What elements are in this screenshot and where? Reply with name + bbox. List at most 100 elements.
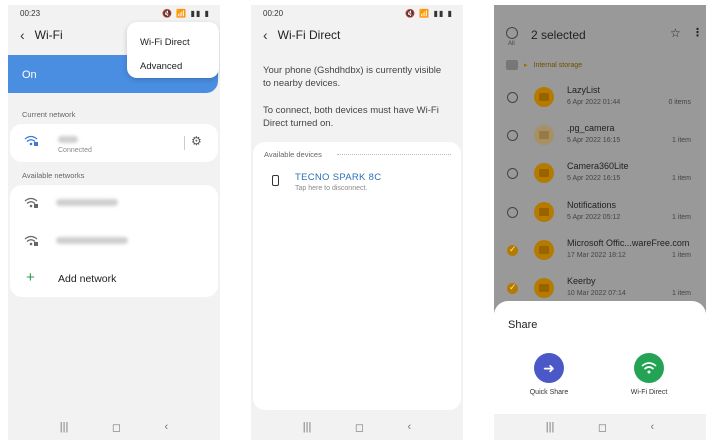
- phone-wifi-direct: 00:20 🔇 📶 ▮▮ ▮ ‹ Wi-Fi Direct Your phone…: [251, 5, 463, 440]
- add-network-label: Add network: [58, 273, 117, 285]
- recent-apps-icon[interactable]: |||: [60, 421, 69, 433]
- device-name: TECNO SPARK 8C: [295, 172, 382, 183]
- share-app-quick-share[interactable]: ➜ Quick Share: [514, 353, 584, 396]
- folder-icon: [534, 87, 554, 107]
- recent-apps-icon[interactable]: |||: [546, 421, 555, 433]
- network-name-redacted: [56, 237, 128, 244]
- wifi-lock-icon: [24, 135, 38, 146]
- overflow-menu: Wi-Fi Direct Advanced: [127, 22, 219, 78]
- folder-icon: [534, 125, 554, 146]
- file-checkbox[interactable]: [507, 206, 518, 218]
- phone-file-share: All 2 selected ☆ ⋮ ▸ Internal storage La…: [494, 5, 706, 440]
- file-row[interactable]: Microsoft Offic...wareFree.com 17 Mar 202…: [494, 232, 706, 270]
- file-item-count: 1 item: [671, 175, 691, 183]
- breadcrumb-label[interactable]: Internal storage: [534, 62, 583, 69]
- file-item-count: 1 item: [671, 213, 691, 221]
- home-icon[interactable]: ◻: [112, 421, 121, 434]
- file-item-count: 0 items: [668, 99, 691, 106]
- selection-toolbar: All 2 selected ☆ ⋮: [506, 21, 703, 51]
- select-all-checkbox[interactable]: [506, 27, 518, 39]
- file-checkbox[interactable]: [507, 92, 518, 103]
- share-app-label: Quick Share: [529, 389, 569, 396]
- chevron-right-icon: ▸: [524, 62, 528, 69]
- wifi-header: ‹ Wi-Fi: [20, 27, 63, 43]
- file-checkbox[interactable]: [507, 168, 518, 180]
- device-row[interactable]: TECNO SPARK 8C Tap here to disconnect.: [253, 164, 461, 198]
- file-checkbox[interactable]: [507, 244, 518, 256]
- connect-instructions: To connect, both devices must have Wi-Fi…: [263, 105, 439, 129]
- file-name: Microsoft Offic...wareFree.com: [567, 237, 690, 248]
- file-name: Camera360Lite: [567, 161, 629, 172]
- file-name: Notifications: [567, 199, 617, 210]
- wifi-direct-icon: [634, 353, 664, 383]
- file-row[interactable]: Camera360Lite 5 Apr 2022 16:15 1 item: [494, 155, 706, 193]
- back-icon[interactable]: ‹: [165, 421, 169, 433]
- file-date: 10 Mar 2022 07:14: [567, 290, 626, 297]
- file-name: LazyList: [567, 85, 601, 95]
- folder-icon: [534, 163, 554, 184]
- home-icon[interactable]: ◻: [598, 421, 607, 434]
- network-name-redacted: [56, 199, 118, 206]
- available-networks-label: Available networks: [22, 171, 85, 180]
- file-row[interactable]: Notifications 5 Apr 2022 05:12 1 item: [494, 194, 706, 232]
- status-icons: 🔇 📶 ▮▮ ▮: [405, 8, 453, 18]
- network-name-redacted: [58, 136, 78, 143]
- add-network-row[interactable]: + Add network: [10, 263, 218, 295]
- back-icon[interactable]: ‹: [651, 421, 655, 433]
- gear-icon[interactable]: ⚙: [191, 134, 202, 148]
- folder-icon: [534, 201, 554, 222]
- status-bar: 00:20 🔇 📶 ▮▮ ▮: [251, 5, 463, 19]
- breadcrumb: ▸ Internal storage: [506, 60, 582, 70]
- file-checkbox[interactable]: [507, 282, 518, 294]
- back-icon[interactable]: ‹: [408, 421, 412, 433]
- menu-item-advanced[interactable]: Advanced: [127, 54, 219, 78]
- page-title: Wi-Fi: [34, 28, 63, 42]
- file-date: 5 Apr 2022 16:15: [567, 175, 621, 183]
- status-bar: 00:23 🔇 📶 ▮▮ ▮: [8, 5, 220, 19]
- back-arrow-icon[interactable]: ‹: [263, 27, 268, 43]
- file-name: .pg_camera: [567, 123, 615, 134]
- wifi-lock-icon: [24, 197, 38, 208]
- recent-apps-icon[interactable]: |||: [303, 421, 312, 433]
- status-time: 00:20: [263, 8, 284, 18]
- network-row[interactable]: [10, 185, 218, 221]
- current-network-card[interactable]: Connected ⚙: [10, 124, 218, 162]
- nav-bar: ||| ◻ ‹: [8, 414, 220, 440]
- plus-icon: +: [26, 269, 35, 286]
- divider: [184, 136, 185, 150]
- file-row[interactable]: .pg_camera 5 Apr 2022 16:15 1 item: [494, 117, 706, 155]
- home-icon[interactable]: ◻: [355, 421, 364, 434]
- home-folder-icon[interactable]: [506, 60, 518, 70]
- more-options-icon[interactable]: ⋮: [692, 26, 703, 39]
- back-arrow-icon[interactable]: ‹: [20, 27, 25, 43]
- file-item-count: 1 item: [671, 290, 691, 297]
- file-row[interactable]: LazyList 6 Apr 2022 01:44 0 items: [494, 79, 706, 117]
- menu-item-wifi-direct[interactable]: Wi-Fi Direct: [127, 30, 219, 54]
- available-devices-label: Available devices: [264, 150, 322, 159]
- menu-item-label: Wi-Fi Direct: [140, 36, 190, 48]
- available-networks-card: + Add network: [10, 185, 218, 297]
- star-icon[interactable]: ☆: [670, 26, 681, 40]
- dotted-divider: [337, 154, 451, 155]
- selected-count: 2 selected: [531, 28, 586, 42]
- device-status: Tap here to disconnect.: [295, 185, 368, 192]
- file-date: 5 Apr 2022 16:15: [567, 137, 621, 145]
- visibility-text: Your phone (Gshdhdbx) is currently visib…: [263, 65, 442, 89]
- nav-bar: ||| ◻ ‹: [494, 414, 706, 440]
- page-title: Wi-Fi Direct: [277, 28, 341, 42]
- file-item-count: 1 item: [671, 137, 691, 145]
- connected-status: Connected: [58, 147, 92, 154]
- menu-item-label: Advanced: [140, 60, 183, 72]
- wifi-lock-icon: [24, 235, 38, 246]
- folder-icon: [534, 278, 554, 298]
- current-network-label: Current network: [22, 110, 76, 119]
- file-item-count: 1 item: [671, 251, 691, 259]
- status-time: 00:23: [20, 8, 41, 18]
- wifi-icon: [641, 362, 657, 374]
- share-app-wifi-direct[interactable]: Wi-Fi Direct: [614, 353, 684, 396]
- available-devices-card: Available devices TECNO SPARK 8C Tap her…: [253, 142, 461, 410]
- quick-share-icon: ➜: [534, 353, 564, 383]
- file-checkbox[interactable]: [507, 130, 518, 142]
- network-row[interactable]: [10, 223, 218, 259]
- status-icons: 🔇 📶 ▮▮ ▮: [162, 8, 210, 18]
